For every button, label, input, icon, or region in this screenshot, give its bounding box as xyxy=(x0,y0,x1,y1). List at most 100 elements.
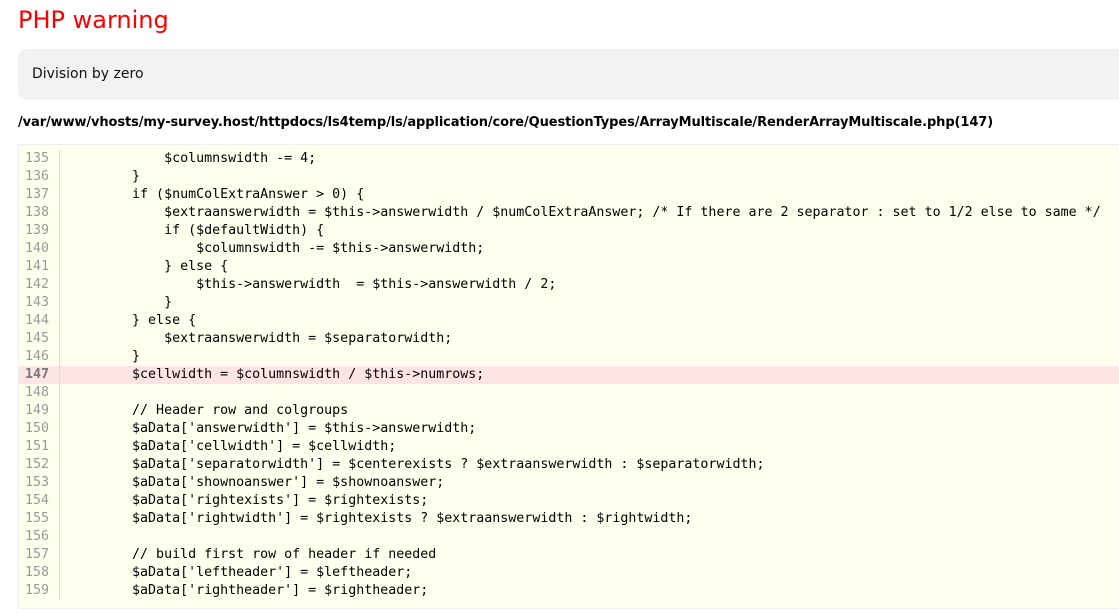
code-line: 139 if ($defaultWidth) { xyxy=(19,222,1119,240)
code-text: $columnswidth -= 4; xyxy=(68,151,317,166)
gutter-divider xyxy=(59,438,60,456)
code-line: 138 $extraanswerwidth = $this->answerwid… xyxy=(19,204,1119,222)
gutter-divider xyxy=(59,222,60,240)
code-text: $extraanswerwidth = $separatorwidth; xyxy=(68,331,453,346)
code-text: $extraanswerwidth = $this->answerwidth /… xyxy=(68,205,1101,220)
code-text: $aData['separatorwidth'] = $centerexists… xyxy=(68,457,765,472)
gutter-divider xyxy=(59,186,60,204)
code-line: 135 $columnswidth -= 4; xyxy=(19,150,1119,168)
code-text: } xyxy=(68,295,173,310)
line-number: 138 xyxy=(25,205,50,220)
line-number: 151 xyxy=(25,439,50,454)
line-number: 141 xyxy=(25,259,50,274)
gutter-divider xyxy=(59,276,60,294)
code-line: 140 $columnswidth -= $this->answerwidth; xyxy=(19,240,1119,258)
code-line: 137 if ($numColExtraAnswer > 0) { xyxy=(19,186,1119,204)
line-number: 135 xyxy=(25,151,50,166)
gutter-divider xyxy=(59,384,60,402)
code-text: $aData['rightheader'] = $rightheader; xyxy=(68,583,429,598)
code-line: 146 } xyxy=(19,348,1119,366)
gutter-divider xyxy=(59,312,60,330)
line-number: 145 xyxy=(25,331,50,346)
gutter-divider xyxy=(59,348,60,366)
line-number: 154 xyxy=(25,493,50,508)
code-line: 149 // Header row and colgroups xyxy=(19,402,1119,420)
code-line: 144 } else { xyxy=(19,312,1119,330)
line-number: 136 xyxy=(25,169,50,184)
code-text: $columnswidth -= $this->answerwidth; xyxy=(68,241,485,256)
line-number: 153 xyxy=(25,475,50,490)
gutter-divider xyxy=(59,564,60,582)
code-text: $aData['rightexists'] = $rightexists; xyxy=(68,493,429,508)
gutter-divider xyxy=(59,420,60,438)
gutter-divider xyxy=(59,330,60,348)
code-line: 141 } else { xyxy=(19,258,1119,276)
line-number: 146 xyxy=(25,349,50,364)
code-line: 156 xyxy=(19,528,1119,546)
line-number: 148 xyxy=(25,385,50,400)
code-line: 136 } xyxy=(19,168,1119,186)
gutter-divider xyxy=(59,240,60,258)
error-file-path: /var/www/vhosts/my-survey.host/httpdocs/… xyxy=(18,115,994,130)
gutter-divider xyxy=(59,474,60,492)
source-code-block: 135 $columnswidth -= 4; 136 } 137 if ($num… xyxy=(18,144,1119,609)
code-text: } else { xyxy=(68,259,229,274)
error-title: PHP warning xyxy=(18,6,169,34)
code-line: 153 $aData['shownoanswer'] = $shownoansw… xyxy=(19,474,1119,492)
gutter-divider xyxy=(59,258,60,276)
gutter-divider xyxy=(59,546,60,564)
code-text: } xyxy=(68,169,141,184)
code-text: } else { xyxy=(68,313,197,328)
code-text: $aData['shownoanswer'] = $shownoanswer; xyxy=(68,475,445,490)
code-line: 143 } xyxy=(19,294,1119,312)
code-line: 157 // build first row of header if need… xyxy=(19,546,1119,564)
gutter-divider xyxy=(59,582,60,600)
line-number: 158 xyxy=(25,565,50,580)
code-line: 151 $aData['cellwidth'] = $cellwidth; xyxy=(19,438,1119,456)
gutter-divider xyxy=(59,204,60,222)
gutter-divider xyxy=(59,510,60,528)
gutter-divider xyxy=(59,168,60,186)
code-text: $aData['answerwidth'] = $this->answerwid… xyxy=(68,421,477,436)
line-number: 147 xyxy=(25,367,50,382)
code-line: 142 $this->answerwidth = $this->answerwi… xyxy=(19,276,1119,294)
line-number: 152 xyxy=(25,457,50,472)
line-number: 156 xyxy=(25,529,50,544)
line-number: 150 xyxy=(25,421,50,436)
gutter-divider xyxy=(59,150,60,168)
code-line: 150 $aData['answerwidth'] = $this->answe… xyxy=(19,420,1119,438)
code-line: 152 $aData['separatorwidth'] = $centerex… xyxy=(19,456,1119,474)
code-text: $aData['rightwidth'] = $rightexists ? $e… xyxy=(68,511,693,526)
line-number: 137 xyxy=(25,187,50,202)
gutter-divider xyxy=(59,528,60,546)
line-number: 143 xyxy=(25,295,50,310)
code-line: 148 xyxy=(19,384,1119,402)
code-text: $aData['cellwidth'] = $cellwidth; xyxy=(68,439,397,454)
code-text: $this->answerwidth = $this->answerwidth … xyxy=(68,277,557,292)
error-message: Division by zero xyxy=(18,49,1119,100)
code-line: 155 $aData['rightwidth'] = $rightexists … xyxy=(19,510,1119,528)
line-number: 142 xyxy=(25,277,50,292)
gutter-divider xyxy=(59,402,60,420)
line-number: 144 xyxy=(25,313,50,328)
code-text: } xyxy=(68,349,141,364)
code-line-error: 147 $cellwidth = $columnswidth / $this->… xyxy=(19,366,1119,384)
line-number: 140 xyxy=(25,241,50,256)
line-number: 149 xyxy=(25,403,50,418)
line-number: 139 xyxy=(25,223,50,238)
code-text: // Header row and colgroups xyxy=(68,403,349,418)
code-text: $cellwidth = $columnswidth / $this->numr… xyxy=(68,367,485,382)
code-line: 154 $aData['rightexists'] = $rightexists… xyxy=(19,492,1119,510)
gutter-divider xyxy=(59,492,60,510)
code-text: // build first row of header if needed xyxy=(68,547,437,562)
code-text: $aData['leftheader'] = $leftheader; xyxy=(68,565,413,580)
code-text: if ($defaultWidth) { xyxy=(68,223,325,238)
code-line: 159 $aData['rightheader'] = $rightheader… xyxy=(19,582,1119,600)
code-text: if ($numColExtraAnswer > 0) { xyxy=(68,187,365,202)
line-number: 157 xyxy=(25,547,50,562)
gutter-divider xyxy=(59,456,60,474)
gutter-divider xyxy=(59,294,60,312)
line-number: 159 xyxy=(25,583,50,598)
code-line: 158 $aData['leftheader'] = $leftheader; xyxy=(19,564,1119,582)
line-number: 155 xyxy=(25,511,50,526)
